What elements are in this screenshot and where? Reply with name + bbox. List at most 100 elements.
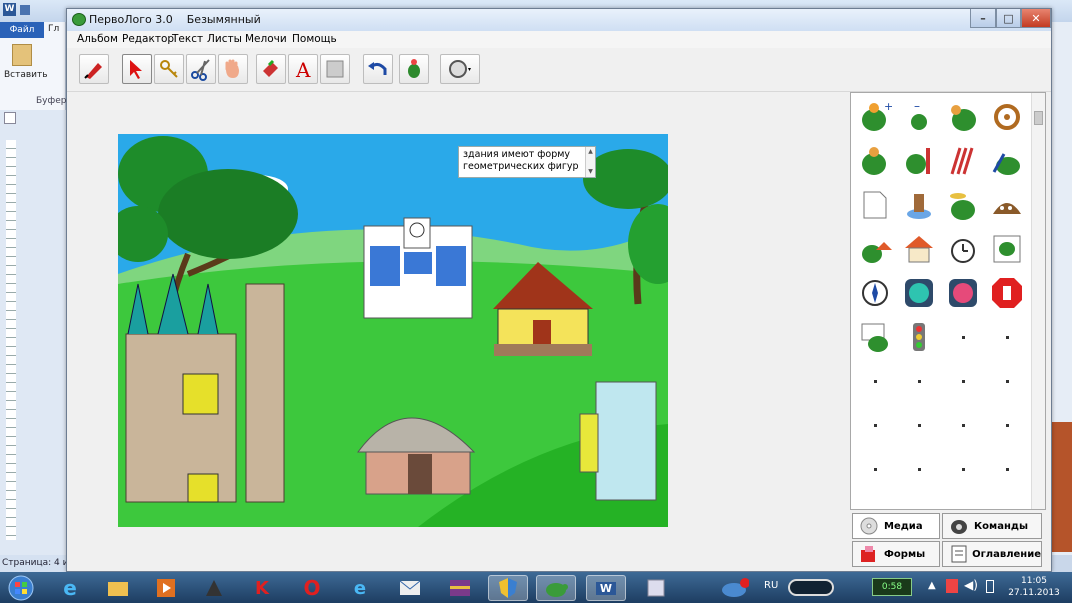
kaspersky-button[interactable]: K (242, 575, 282, 601)
ie-icon: e (63, 576, 77, 600)
empty-slot[interactable] (987, 405, 1027, 445)
tab-shapes[interactable]: Формы (852, 541, 940, 567)
perwologo-taskbar-button[interactable] (536, 575, 576, 601)
file-tab[interactable]: Файл (0, 22, 44, 38)
key-button[interactable] (154, 54, 184, 84)
battery-toggle[interactable] (788, 579, 834, 596)
menu-album[interactable]: Альбом (77, 33, 118, 45)
security-button[interactable] (488, 575, 528, 601)
battery-icon[interactable] (986, 580, 994, 593)
menu-text[interactable]: Текст (172, 33, 203, 45)
minimize-button[interactable]: – (970, 9, 996, 28)
empty-slot[interactable] (855, 405, 895, 445)
close-button[interactable]: ✕ (1021, 9, 1051, 28)
turtle-hat-icon[interactable] (943, 185, 983, 225)
home-icon[interactable] (899, 229, 939, 269)
empty-slot[interactable] (943, 405, 983, 445)
mail-button[interactable] (390, 575, 430, 601)
scroll-up-icon[interactable]: ▲ (588, 148, 593, 155)
turtle-shell-icon[interactable] (987, 185, 1027, 225)
fill-button[interactable] (320, 54, 350, 84)
brush-button[interactable] (79, 54, 109, 84)
turtle-walk-icon[interactable] (943, 97, 983, 137)
media-player-button[interactable] (146, 575, 186, 601)
play-icon (157, 579, 175, 597)
home-tab[interactable]: Гл (48, 24, 59, 34)
select-button[interactable] (122, 54, 152, 84)
walk-signal-icon[interactable] (899, 273, 939, 313)
tray-arrow-icon[interactable]: ▲ (928, 580, 936, 591)
stop-signal-icon[interactable] (943, 273, 983, 313)
explorer-taskbar-button[interactable] (98, 575, 138, 601)
empty-slot[interactable] (855, 449, 895, 489)
network-button[interactable] (716, 575, 752, 601)
palette-scrollbar[interactable] (1031, 93, 1045, 509)
empty-slot[interactable] (899, 361, 939, 401)
eraser-button[interactable] (256, 54, 286, 84)
empty-slot[interactable] (855, 361, 895, 401)
volume-icon[interactable]: ◀) (964, 578, 978, 592)
textbox-scrollbar[interactable]: ▲ ▼ (585, 147, 595, 177)
shape-picker-button[interactable] (440, 54, 480, 84)
empty-slot[interactable] (943, 449, 983, 489)
maximize-button[interactable]: □ (996, 9, 1021, 28)
undo-button[interactable] (363, 54, 393, 84)
empty-slot[interactable] (943, 317, 983, 357)
empty-slot[interactable] (987, 317, 1027, 357)
empty-slot[interactable] (987, 449, 1027, 489)
scroll-down-icon[interactable]: ▼ (588, 168, 593, 175)
scissors-button[interactable] (186, 54, 216, 84)
stop-hand-icon[interactable] (987, 273, 1027, 313)
alarm-clock-icon[interactable] (943, 229, 983, 269)
tab-commands[interactable]: Команды (942, 513, 1042, 539)
turtle-brush-icon[interactable] (899, 141, 939, 181)
svg-text:+: + (884, 100, 892, 113)
language-indicator[interactable]: RU (764, 580, 778, 591)
app-taskbar-button[interactable] (194, 575, 234, 601)
add-turtle-icon[interactable]: + (855, 97, 895, 137)
menu-help[interactable]: Помощь (292, 33, 337, 45)
ship-wheel-icon[interactable] (987, 97, 1027, 137)
opera-button[interactable]: O (292, 575, 332, 601)
start-button[interactable] (4, 575, 38, 601)
scroll-thumb[interactable] (1034, 111, 1043, 125)
word-taskbar-button[interactable]: W (586, 575, 626, 601)
hand-button[interactable] (218, 54, 248, 84)
drawing-canvas[interactable]: здания имеют форму геометрических фигур … (118, 134, 668, 527)
winrar-button[interactable] (440, 575, 480, 601)
timer-display[interactable]: 0:58 (872, 578, 912, 596)
new-page-icon[interactable] (855, 185, 895, 225)
empty-slot[interactable] (899, 405, 939, 445)
menu-sheets[interactable]: Листы (207, 33, 242, 45)
turtle-pen-icon[interactable] (855, 141, 895, 181)
paste-icon[interactable] (12, 44, 32, 66)
paste-label[interactable]: Вставить (4, 70, 48, 80)
text-button[interactable]: A (288, 54, 318, 84)
turtle-notice-icon[interactable] (855, 317, 895, 357)
window-taskbar-button[interactable] (636, 575, 676, 601)
empty-slot[interactable] (987, 361, 1027, 401)
turtle-tools-icon[interactable] (987, 141, 1027, 181)
turtle-home-icon[interactable] (855, 229, 895, 269)
pens-icon[interactable] (943, 141, 983, 181)
compass-icon[interactable] (855, 273, 895, 313)
menu-misc[interactable]: Мелочи (245, 33, 287, 45)
ie-window-button[interactable]: e (340, 575, 380, 601)
textbox-line1: здания имеют форму (463, 149, 571, 160)
menu-editor[interactable]: Редактор (122, 33, 174, 45)
turtle-button[interactable] (399, 54, 429, 84)
empty-slot[interactable] (943, 361, 983, 401)
ruler-toggle-icon[interactable] (4, 112, 16, 124)
turtle-frame-icon[interactable] (987, 229, 1027, 269)
traffic-light-icon[interactable] (899, 317, 939, 357)
stamp-icon[interactable] (899, 185, 939, 225)
tab-media[interactable]: Медиа (852, 513, 940, 539)
ie-taskbar-button[interactable]: e (50, 575, 90, 601)
signal-icon[interactable] (946, 579, 958, 593)
remove-turtle-icon[interactable]: – (899, 97, 939, 137)
tab-contents[interactable]: Оглавление (942, 541, 1042, 567)
canvas-textbox[interactable]: здания имеют форму геометрических фигур … (458, 146, 596, 178)
empty-slot[interactable] (899, 449, 939, 489)
save-icon[interactable] (20, 5, 30, 15)
clock[interactable]: 11:05 27.11.2013 (1004, 575, 1064, 599)
